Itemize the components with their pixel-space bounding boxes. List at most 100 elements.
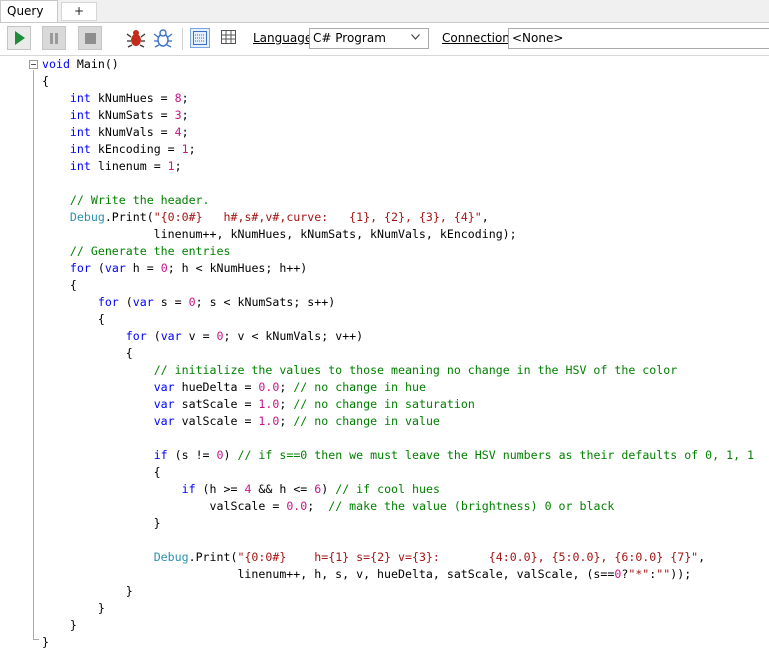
code-line: var satScale = 1.0; // no change in satu… <box>42 396 475 413</box>
code-token: 0 <box>216 329 224 343</box>
language-label: Language <box>253 31 312 46</box>
code-line: } <box>42 515 161 532</box>
code-line: Debug.Print("{0:0#} h#,s#,v#,curve: {1},… <box>42 209 489 226</box>
code-token: "*" <box>628 567 650 581</box>
code-token: var <box>104 261 126 275</box>
code-token: .Print( <box>104 210 154 224</box>
code-token: 0.0 <box>286 499 308 513</box>
code-token: { <box>42 74 49 88</box>
code-line: Debug.Print("{0:0#} h={1} s={2} v={3}: {… <box>42 549 705 566</box>
code-token: satScale = <box>174 397 259 411</box>
debug-bug-red-icon[interactable] <box>126 28 146 48</box>
code-token: void <box>42 57 70 71</box>
code-token: } <box>42 584 133 598</box>
code-token: ; <box>307 499 329 513</box>
code-token: // no change in value <box>293 414 440 428</box>
code-token: { <box>42 346 133 360</box>
fold-toggle-icon[interactable] <box>29 60 38 69</box>
pause-button[interactable] <box>42 26 66 50</box>
code-token: kNumVals = <box>90 125 175 139</box>
code-token: ; <box>279 397 294 411</box>
code-editor[interactable]: void Main(){ int kNumHues = 8; int kNumS… <box>0 56 769 654</box>
code-line: int kNumVals = 4; <box>42 124 189 141</box>
code-token: // Generate the entries <box>69 244 231 258</box>
code-line: int kEncoding = 1; <box>42 141 196 158</box>
code-line: linenum++, h, s, v, hueDelta, satScale, … <box>42 566 691 583</box>
code-token: linenum++, kNumHues, kNumSats, kNumVals,… <box>42 227 517 241</box>
play-icon <box>15 31 25 45</box>
code-line: } <box>42 617 77 634</box>
connection-select-value: <None> <box>512 31 564 45</box>
code-token: ; <box>279 414 294 428</box>
code-token: for <box>69 261 91 275</box>
code-token: int <box>69 159 91 173</box>
code-token: , <box>698 550 706 564</box>
run-button[interactable] <box>7 26 31 50</box>
add-tab-button[interactable]: + <box>61 2 97 21</box>
code-token: 0 <box>160 261 168 275</box>
code-token: Debug <box>69 210 105 224</box>
fold-guide-end <box>33 639 39 640</box>
code-token: // Write the header. <box>69 193 210 207</box>
tab-query-1[interactable]: Query 1* <box>0 0 58 39</box>
debug-bug-blue-icon[interactable] <box>153 28 173 48</box>
connection-label-text: Connection <box>442 31 510 45</box>
results-to-rich-text-button[interactable] <box>190 28 210 48</box>
results-to-grid-button[interactable] <box>219 28 239 48</box>
code-token: // make the value (brightness) 0 or blac… <box>328 499 615 513</box>
code-line: var valScale = 1.0; // no change in valu… <box>42 413 440 430</box>
code-line: int kNumSats = 3; <box>42 107 189 124</box>
code-token: { <box>42 278 77 292</box>
code-token: ( <box>90 261 105 275</box>
code-token: 1 <box>181 142 189 156</box>
code-token: "{0:0#} h#,s#,v#,curve: {1}, {2}, {3}, {… <box>153 210 482 224</box>
code-line: void Main() <box>42 56 119 73</box>
code-token: ; <box>181 125 189 139</box>
code-token: // no change in saturation <box>293 397 475 411</box>
code-token: .Print( <box>188 550 238 564</box>
chevron-down-icon <box>411 34 420 40</box>
language-select[interactable]: C# Program <box>309 28 429 49</box>
code-token: } <box>42 516 161 530</box>
code-token: ; <box>181 108 189 122</box>
code-token: // no change in hue <box>293 380 426 394</box>
code-line: if (s != 0) // if s==0 then we must leav… <box>42 447 754 464</box>
code-line: { <box>42 73 49 90</box>
code-token: 1.0 <box>258 397 280 411</box>
code-token: linenum = <box>90 159 168 173</box>
code-token: Main() <box>69 57 119 71</box>
code-token: 1.0 <box>258 414 280 428</box>
code-token: // if s==0 then we must leave the HSV nu… <box>237 448 755 462</box>
code-token: 4 <box>174 125 182 139</box>
code-token: ; <box>174 159 182 173</box>
code-line: // initialize the values to those meanin… <box>42 362 678 379</box>
code-token: var <box>160 329 182 343</box>
code-token: (h >= <box>195 482 245 496</box>
code-token: var <box>153 397 175 411</box>
code-line: for (var v = 0; v < kNumVals; v++) <box>42 328 363 345</box>
code-token: linenum++, h, s, v, hueDelta, satScale, … <box>42 567 615 581</box>
code-token: 0.0 <box>258 380 280 394</box>
code-line: for (var s = 0; s < kNumSats; s++) <box>42 294 335 311</box>
code-line: // Write the header. <box>42 192 210 209</box>
code-line: } <box>42 634 49 651</box>
code-token: ( <box>146 329 161 343</box>
code-token: for <box>125 329 147 343</box>
code-token: ; h < kNumHues; h++) <box>167 261 308 275</box>
code-token: )); <box>670 567 692 581</box>
rich-text-grid-icon <box>193 31 207 45</box>
fold-guide-line <box>33 70 34 640</box>
code-token: int <box>69 125 91 139</box>
stop-icon <box>85 33 96 44</box>
code-line: } <box>42 583 133 600</box>
connection-select[interactable]: <None> <box>508 28 769 49</box>
code-line: // Generate the entries <box>42 243 231 260</box>
code-token: kEncoding = <box>90 142 182 156</box>
stop-button[interactable] <box>78 26 102 50</box>
